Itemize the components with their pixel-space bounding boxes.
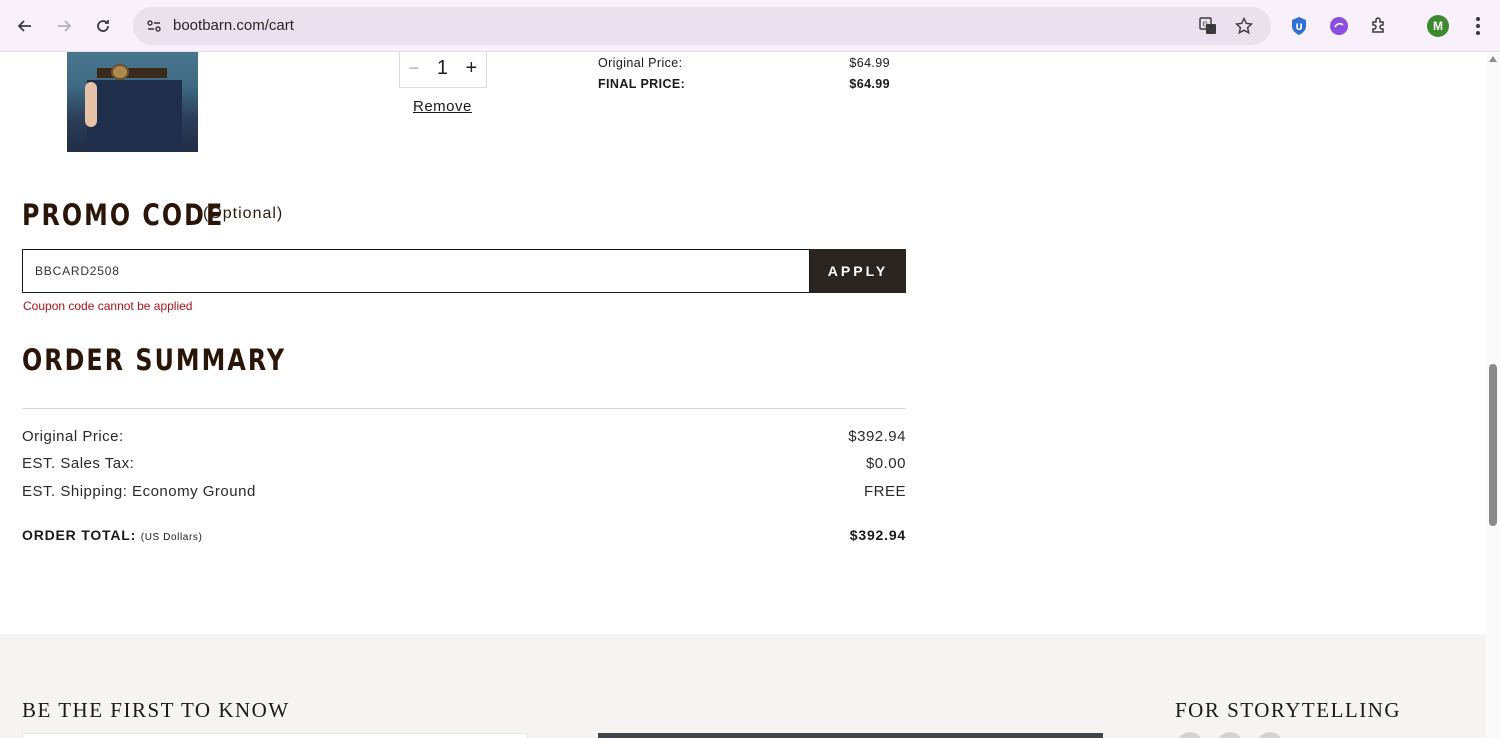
- order-total-row: ORDER TOTAL: (US Dollars) $392.94: [22, 527, 906, 543]
- summary-row-original-price: Original Price: $392.94: [22, 428, 906, 445]
- newsletter-email-input[interactable]: [22, 733, 528, 738]
- summary-row-value: $392.94: [848, 428, 906, 445]
- quantity-decrease-button[interactable]: −: [409, 58, 420, 79]
- item-original-price: Original Price: $64.99: [598, 56, 890, 70]
- facebook-icon[interactable]: [1177, 732, 1203, 738]
- summary-row-value: FREE: [863, 483, 906, 500]
- quantity-stepper[interactable]: − 1 +: [399, 52, 487, 88]
- url-text[interactable]: bootbarn.com/cart: [173, 17, 294, 34]
- item-original-price-label: Original Price:: [598, 56, 683, 70]
- purple-extension-icon[interactable]: [1327, 14, 1351, 38]
- scrollbar-thumb[interactable]: [1489, 364, 1497, 526]
- product-image[interactable]: [67, 52, 198, 152]
- profile-avatar[interactable]: M: [1427, 15, 1449, 37]
- quantity-increase-button[interactable]: +: [466, 57, 478, 80]
- promo-code-heading: PROMO CODE: [22, 198, 225, 232]
- summary-row-label: EST. Shipping: Economy Ground: [22, 483, 256, 500]
- forward-icon[interactable]: [49, 11, 79, 41]
- order-total-label-group: ORDER TOTAL: (US Dollars): [22, 527, 202, 543]
- item-original-price-value: $64.99: [849, 56, 890, 70]
- cart-page: − 1 + Remove Original Price: $64.99 FINA…: [0, 52, 1486, 738]
- order-total-currency-note: (US Dollars): [140, 532, 203, 543]
- extensions-puzzle-icon[interactable]: [1367, 14, 1391, 38]
- svg-text:U: U: [1296, 23, 1303, 33]
- quantity-value[interactable]: 1: [437, 57, 448, 80]
- promo-optional-label: (Optional): [203, 205, 284, 222]
- item-final-price-label: FINAL PRICE:: [598, 77, 686, 91]
- summary-row-label: EST. Sales Tax:: [22, 455, 135, 472]
- instagram-icon[interactable]: [1217, 732, 1243, 738]
- scroll-up-arrow-icon[interactable]: [1489, 56, 1497, 62]
- bookmark-star-icon[interactable]: [1233, 15, 1255, 37]
- item-final-price-value: $64.99: [849, 77, 890, 91]
- summary-divider: [22, 408, 906, 409]
- site-footer: BE THE FIRST TO KNOW FOR STORYTELLING: [0, 634, 1486, 738]
- summary-row-sales-tax: EST. Sales Tax: $0.00: [22, 455, 906, 472]
- shield-extension-icon[interactable]: U: [1287, 14, 1311, 38]
- summary-row-value: $0.00: [865, 455, 906, 472]
- coupon-error-message: Coupon code cannot be applied: [23, 299, 193, 313]
- remove-item-link[interactable]: Remove: [413, 98, 472, 115]
- summary-row-label: Original Price:: [22, 428, 124, 445]
- browser-toolbar: bootbarn.com/cart G U M: [0, 0, 1500, 52]
- summary-row-shipping: EST. Shipping: Economy Ground FREE: [22, 483, 906, 500]
- back-icon[interactable]: [10, 11, 40, 41]
- order-total-label: ORDER TOTAL:: [22, 527, 137, 543]
- newsletter-signup-button[interactable]: [598, 733, 1103, 738]
- apply-promo-button[interactable]: APPLY: [810, 249, 906, 293]
- translate-icon[interactable]: G: [1197, 15, 1219, 37]
- page-scrollbar[interactable]: [1486, 52, 1500, 738]
- address-bar[interactable]: bootbarn.com/cart G: [133, 7, 1271, 45]
- browser-menu-icon[interactable]: [1468, 14, 1488, 38]
- order-summary-heading: ORDER SUMMARY: [22, 343, 287, 377]
- svg-text:G: G: [1203, 21, 1208, 29]
- site-info-icon[interactable]: [141, 13, 167, 39]
- reload-icon[interactable]: [88, 11, 118, 41]
- pinterest-icon[interactable]: [1257, 732, 1283, 738]
- promo-code-input[interactable]: BBCARD2508: [22, 249, 810, 293]
- order-total-value: $392.94: [849, 527, 906, 543]
- social-heading: FOR STORYTELLING: [1175, 698, 1402, 722]
- item-final-price: FINAL PRICE: $64.99: [598, 77, 890, 91]
- newsletter-heading: BE THE FIRST TO KNOW: [22, 698, 290, 722]
